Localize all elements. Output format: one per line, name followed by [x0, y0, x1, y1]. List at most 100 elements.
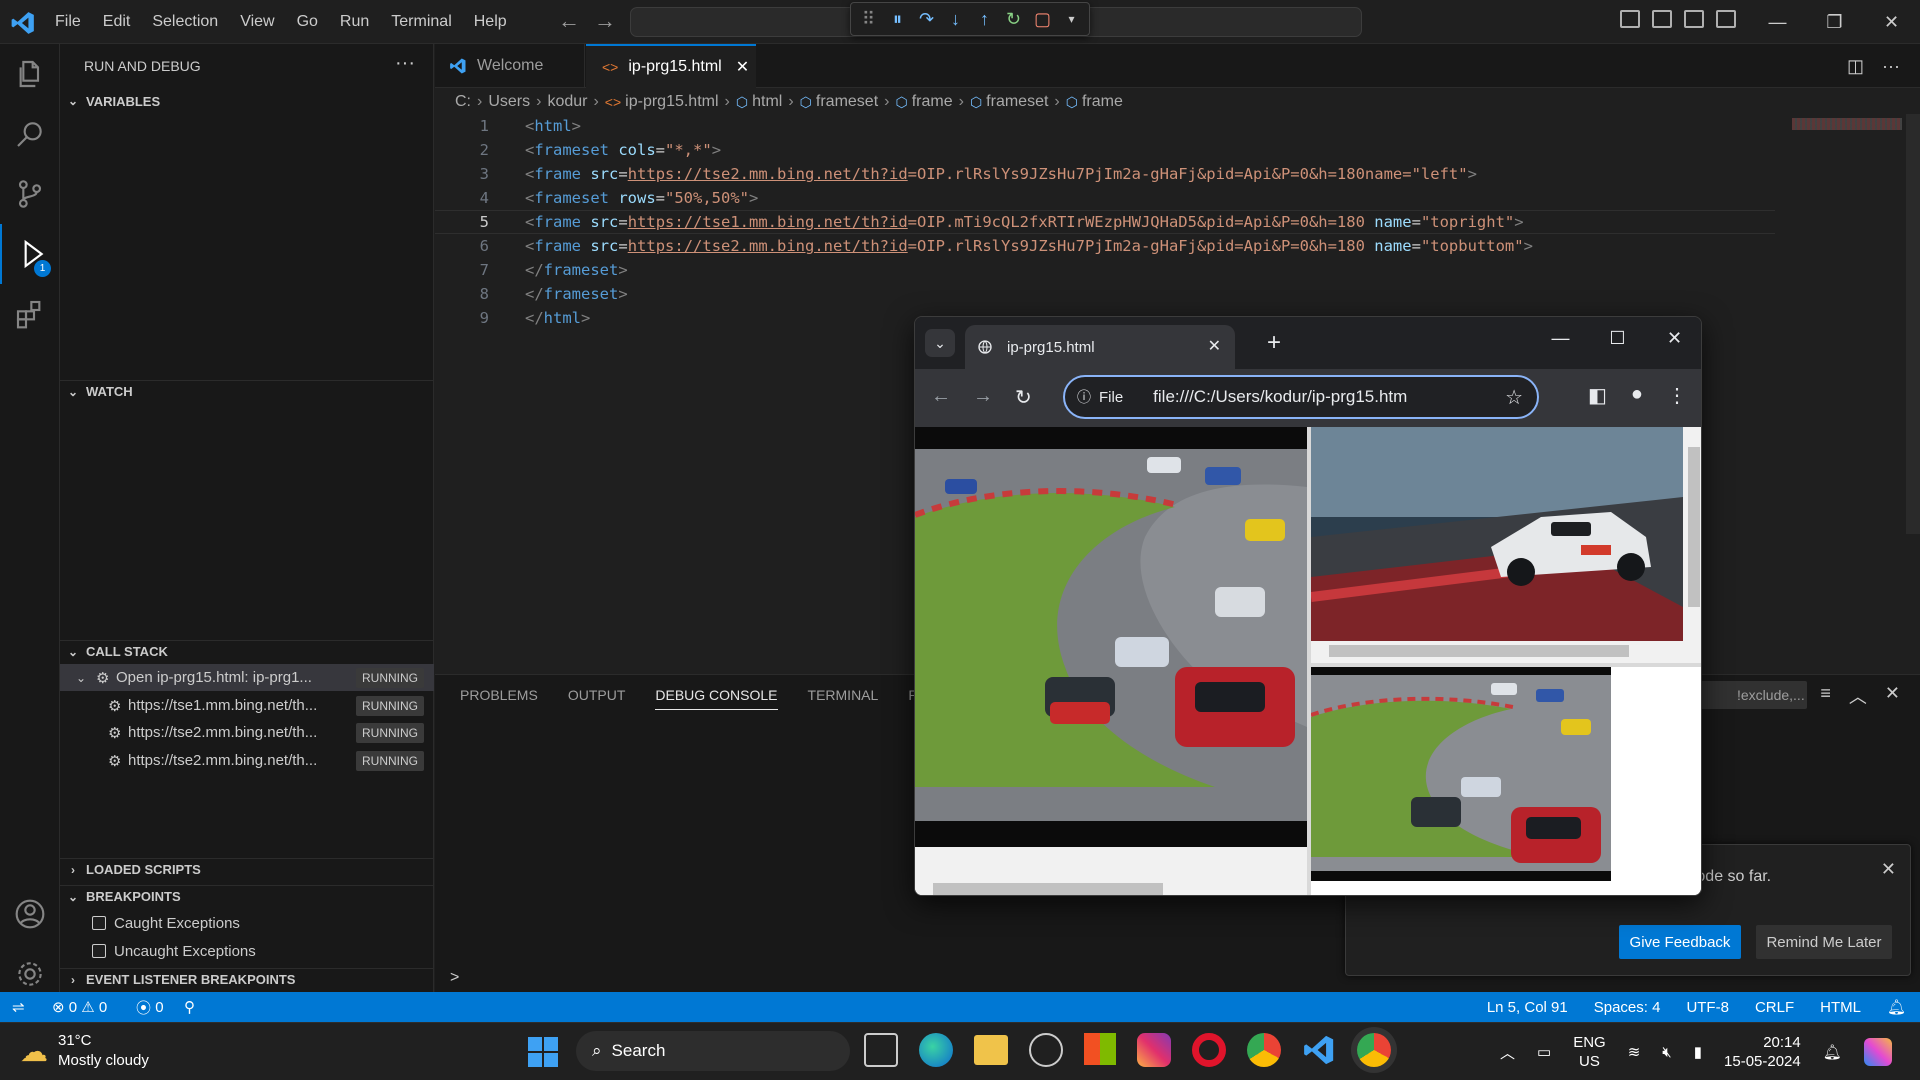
frame-horizontal-scrollbar[interactable] — [1311, 641, 1683, 661]
section-event-listener-breakpoints[interactable]: › EVENT LISTENER BREAKPOINTS — [60, 968, 434, 990]
console-prompt[interactable]: > — [450, 969, 459, 987]
back-arrow-icon[interactable]: ← — [558, 8, 580, 34]
new-tab-icon[interactable]: + — [1267, 329, 1281, 357]
menu-item-go[interactable]: Go — [286, 0, 329, 44]
more-actions-icon[interactable]: ··· — [395, 52, 415, 75]
code-line[interactable]: 5 < frame src = https://tse1.mm.bing.net/th?… — [435, 210, 1775, 234]
frame-horizontal-scrollbar[interactable] — [915, 879, 1307, 895]
toggle-primary-sidebar-icon[interactable] — [1620, 10, 1640, 28]
maximize-panel-icon[interactable]: ︿ — [1849, 683, 1867, 709]
menu-item-terminal[interactable]: Terminal — [380, 0, 462, 44]
close-icon[interactable]: ✕ — [1881, 859, 1896, 880]
panel-tab-output[interactable]: OUTPUT — [568, 687, 626, 710]
show-hidden-icons-chevron-icon[interactable]: ︿ — [1500, 1042, 1515, 1063]
maximize-icon[interactable]: ☐ — [1589, 317, 1646, 359]
breadcrumb-item[interactable]: Users — [488, 93, 530, 111]
site-info-chip[interactable]: ⓘ File — [1077, 387, 1123, 407]
minimize-icon[interactable]: — — [1532, 317, 1589, 359]
panel-tab-problems[interactable]: PROBLEMS — [460, 687, 538, 710]
menu-item-view[interactable]: View — [229, 0, 285, 44]
close-tab-icon[interactable]: ✕ — [736, 57, 749, 77]
breadcrumb-item[interactable]: html — [752, 93, 782, 111]
taskbar-search[interactable]: ⌕ Search — [576, 1031, 850, 1071]
more-actions-icon[interactable]: ··· — [1882, 56, 1900, 77]
minimap[interactable] — [1792, 118, 1902, 130]
scrollbar-thumb[interactable] — [1688, 447, 1700, 607]
encoding[interactable]: UTF-8 — [1686, 999, 1729, 1016]
language-indicator[interactable]: ENG US — [1573, 1033, 1606, 1071]
problems-indicator[interactable]: ⊗ 0 ⚠ 0 — [52, 992, 107, 1022]
customize-layout-icon[interactable] — [1716, 10, 1736, 28]
start-button[interactable] — [528, 1037, 558, 1067]
clock[interactable]: 20:14 15-05-2024 — [1724, 1033, 1801, 1071]
battery-saver-icon[interactable]: ▭ — [1537, 1043, 1551, 1061]
section-call-stack[interactable]: ⌄ CALL STACK — [60, 640, 434, 662]
code-line[interactable]: 1 < html > — [435, 114, 1775, 138]
breakpoint-uncaught-exceptions[interactable]: Uncaught Exceptions — [92, 938, 256, 964]
notifications-bell-icon[interactable]: 🔔︎ — [1887, 998, 1906, 1016]
panel-tab-debug-console[interactable]: DEBUG CONSOLE — [655, 687, 778, 710]
explorer-icon[interactable] — [0, 44, 60, 104]
chrome-profile-icon[interactable] — [1247, 1033, 1281, 1067]
task-view-icon[interactable] — [864, 1033, 898, 1067]
menu-item-edit[interactable]: Edit — [92, 0, 142, 44]
chrome-icon[interactable] — [1357, 1033, 1391, 1067]
minimize-icon[interactable]: — — [1749, 0, 1806, 44]
dell-icon[interactable] — [1029, 1033, 1063, 1067]
microsoft-store-icon[interactable] — [1084, 1033, 1116, 1065]
call-stack-item[interactable]: ⚙ https://tse2.mm.bing.net/th... RUNNING — [60, 719, 434, 746]
vscode-taskbar-icon[interactable] — [1302, 1033, 1336, 1067]
scrollbar-thumb[interactable] — [1329, 645, 1629, 657]
code-line[interactable]: 4 < frameset rows = "50%,50%" > — [435, 186, 1775, 210]
step-into-icon[interactable]: ↓ — [946, 9, 965, 30]
tab-welcome[interactable]: Welcome — [435, 44, 585, 88]
back-arrow-icon[interactable]: ← — [931, 385, 951, 410]
checkbox[interactable] — [92, 944, 106, 958]
notification-bell-icon[interactable]: 🔔︎ — [1823, 1043, 1842, 1061]
volume-muted-icon[interactable]: 🔇︎ — [1662, 1044, 1671, 1061]
run-and-debug-icon[interactable]: 1 — [0, 224, 60, 284]
file-explorer-icon[interactable] — [974, 1035, 1008, 1065]
pause-icon[interactable]: ⏸ — [888, 9, 907, 30]
search-icon[interactable] — [0, 104, 60, 164]
breadcrumb-item[interactable]: frame — [1082, 93, 1123, 111]
editor-scrollbar[interactable] — [1906, 114, 1920, 534]
close-panel-icon[interactable]: ✕ — [1885, 683, 1900, 709]
step-over-icon[interactable]: ↷ — [917, 9, 936, 30]
weather-widget[interactable]: ☁ 31°C Mostly cloudy — [20, 1031, 149, 1071]
more-menu-icon[interactable]: ⋮ — [1667, 383, 1687, 408]
breadcrumb-item[interactable]: frameset — [816, 93, 878, 111]
breadcrumb-item[interactable]: C: — [455, 93, 471, 111]
breadcrumb-item[interactable]: frame — [912, 93, 953, 111]
panel-tab-terminal[interactable]: TERMINAL — [808, 687, 879, 710]
breadcrumb-item[interactable]: ip-prg15.html — [625, 93, 718, 111]
close-tab-icon[interactable]: ✕ — [1208, 336, 1221, 356]
menu-item-help[interactable]: Help — [463, 0, 518, 44]
browser-tab[interactable]: ip-prg15.html ✕ — [965, 325, 1235, 369]
accounts-icon[interactable] — [0, 884, 60, 944]
chevron-down-icon[interactable]: ▾ — [1062, 12, 1081, 26]
close-icon[interactable]: ✕ — [1646, 317, 1701, 359]
breakpoint-caught-exceptions[interactable]: Caught Exceptions — [92, 910, 240, 936]
debug-status-icon[interactable]: ⚲ — [184, 992, 195, 1022]
call-stack-item[interactable]: ⌄ ⚙ Open ip-prg15.html: ip-prg1... RUNNI… — [60, 664, 434, 691]
menu-item-selection[interactable]: Selection — [141, 0, 229, 44]
menu-item-file[interactable]: File — [44, 0, 92, 44]
indentation[interactable]: Spaces: 4 — [1594, 999, 1661, 1016]
section-loaded-scripts[interactable]: › LOADED SCRIPTS — [60, 858, 434, 880]
reload-icon[interactable]: ↻ — [1015, 385, 1032, 410]
code-line[interactable]: 3 < frame src = https://tse2.mm.bing.net/th?… — [435, 162, 1775, 186]
drag-handle-icon[interactable]: ⠿ — [859, 9, 878, 30]
ports-indicator[interactable]: ⦿ 0 — [136, 992, 164, 1022]
forward-arrow-icon[interactable]: → — [973, 385, 993, 410]
bookmark-star-icon[interactable]: ☆ — [1505, 385, 1523, 410]
code-line[interactable]: 8 </frameset > — [435, 282, 1775, 306]
toggle-panel-icon[interactable] — [1652, 10, 1672, 28]
give-feedback-button[interactable]: Give Feedback — [1619, 925, 1741, 959]
breadcrumb-item[interactable]: frameset — [986, 93, 1048, 111]
profile-icon[interactable]: ● — [1631, 383, 1643, 408]
remote-indicator-icon[interactable]: ⇌ — [12, 992, 25, 1022]
checkbox[interactable] — [92, 916, 106, 930]
code-line[interactable]: 6 < frame src = https://tse2.mm.bing.net/th?… — [435, 234, 1775, 258]
frame-vertical-scrollbar[interactable] — [1683, 427, 1701, 641]
